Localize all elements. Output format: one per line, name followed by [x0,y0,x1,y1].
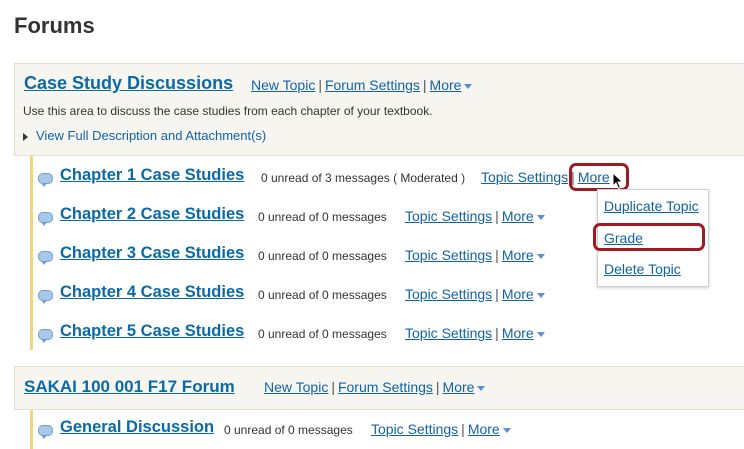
forum-actions: New Topic | Forum Settings | More [251,77,473,93]
chevron-down-icon [502,427,511,433]
topic-row: General Discussion 0 unread of 0 message… [33,418,733,442]
chevron-down-icon [464,83,473,89]
forum-more-link[interactable]: More [430,77,462,93]
chat-bubble-icon [38,173,53,187]
topic-message-count: 0 unread of 0 messages [258,327,387,341]
topic-message-count: 0 unread of 0 messages [258,210,387,224]
new-topic-link[interactable]: New Topic [264,379,328,395]
topic-title-link[interactable]: Chapter 5 Case Studies [60,322,244,341]
topic-actions: Topic Settings | More [405,208,545,224]
topic-more-link[interactable]: More [502,286,534,302]
topic-settings-link[interactable]: Topic Settings [371,421,458,437]
topic-title-link[interactable]: Chapter 4 Case Studies [60,283,244,302]
chat-bubble-icon [38,425,53,439]
chevron-down-icon [477,385,486,391]
topic-actions: Topic Settings | More [405,247,545,263]
chat-bubble-icon [38,251,53,265]
topic-list: General Discussion 0 unread of 0 message… [30,410,744,449]
forum-actions: New Topic | Forum Settings | More [264,379,486,395]
topic-message-count: 0 unread of 0 messages [258,249,387,263]
forum-header-case-study: Case Study Discussions New Topic | Forum S… [14,63,744,156]
view-full-description-link[interactable]: View Full Description and Attachment(s) [23,128,266,143]
topic-more-link[interactable]: More [502,325,534,341]
topic-message-count: 0 unread of 0 messages [224,423,353,437]
topic-message-count: 0 unread of 0 messages [258,288,387,302]
menu-item-duplicate-topic[interactable]: Duplicate Topic [604,198,699,214]
chevron-down-icon [536,331,545,337]
forum-header-sakai: SAKAI 100 001 F17 Forum New Topic | Forum … [14,366,744,410]
topic-actions: Topic Settings | More [405,325,545,341]
forum-title-link[interactable]: Case Study Discussions [24,73,233,94]
grade-highlight [593,223,705,251]
topic-title-link[interactable]: General Discussion [60,418,214,437]
forum-more-link[interactable]: More [443,379,475,395]
forum-title-link[interactable]: SAKAI 100 001 F17 Forum [24,377,235,397]
chat-bubble-icon [38,212,53,226]
topic-more-link[interactable]: More [502,208,534,224]
mouse-pointer-icon [612,172,624,190]
menu-item-delete-topic[interactable]: Delete Topic [604,261,681,277]
topic-message-count: 0 unread of 3 messages ( Moderated ) [261,171,466,185]
topic-row: Chapter 5 Case Studies 0 unread of 0 mes… [33,322,733,346]
topic-settings-link[interactable]: Topic Settings [405,325,492,341]
topic-settings-link[interactable]: Topic Settings [481,169,568,185]
forum-settings-link[interactable]: Forum Settings [338,379,433,395]
triangle-right-icon [23,132,28,141]
topic-title-link[interactable]: Chapter 1 Case Studies [60,166,244,185]
forum-description: Use this area to discuss the case studie… [23,104,433,118]
chevron-down-icon [536,253,545,259]
topic-settings-link[interactable]: Topic Settings [405,247,492,263]
topic-settings-link[interactable]: Topic Settings [405,286,492,302]
chevron-down-icon [536,214,545,220]
topic-more-link[interactable]: More [502,247,534,263]
chevron-down-icon [536,292,545,298]
topic-title-link[interactable]: Chapter 2 Case Studies [60,205,244,224]
topic-actions: Topic Settings | More [371,421,511,437]
topic-more-link[interactable]: More [468,421,500,437]
topic-settings-link[interactable]: Topic Settings [405,208,492,224]
topic-actions: Topic Settings | More [405,286,545,302]
page-title: Forums [14,13,95,38]
chat-bubble-icon [38,329,53,343]
forum-settings-link[interactable]: Forum Settings [325,77,420,93]
chat-bubble-icon [38,290,53,304]
new-topic-link[interactable]: New Topic [251,77,315,93]
topic-title-link[interactable]: Chapter 3 Case Studies [60,244,244,263]
